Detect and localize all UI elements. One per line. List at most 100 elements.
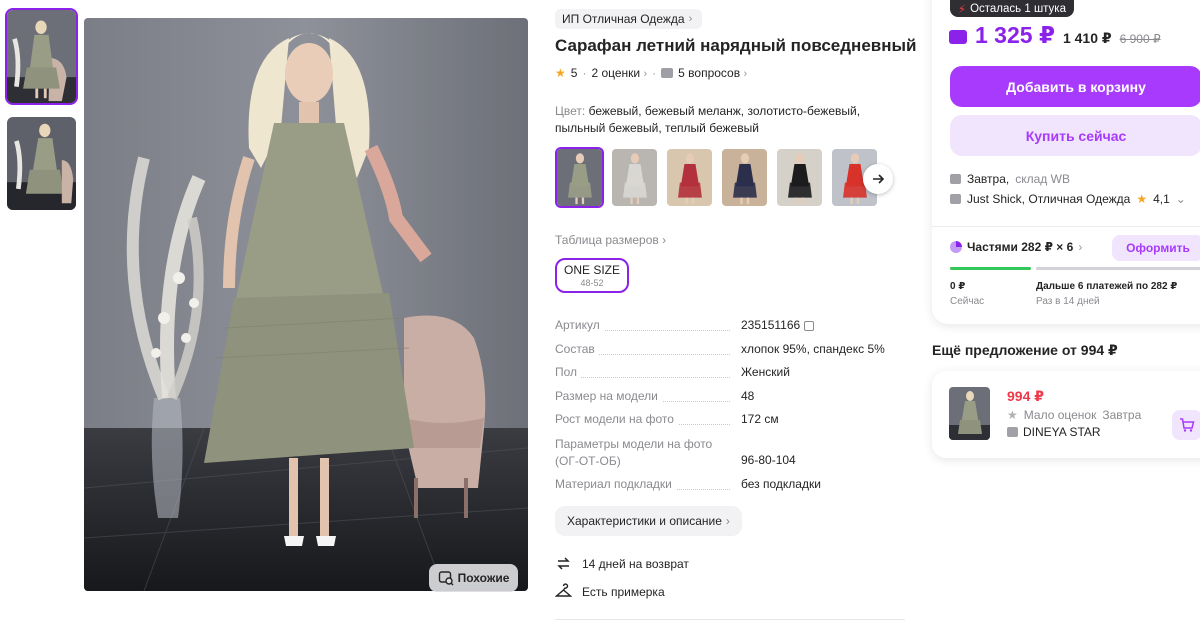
split-progress-now [950,267,1031,270]
cart-icon [1180,418,1195,432]
split-later-label: Раз в 14 дней [1036,296,1100,307]
chevron-right-icon: › [643,68,648,80]
color-description: Цвет: бежевый, бежевый меланж, золотисто… [555,103,895,137]
thumbnail-1[interactable] [5,8,78,105]
shop-icon [950,194,961,204]
spec-row: Пол Женский [555,365,905,389]
lightning-icon: ⚡ [958,3,967,16]
price-wallet: 1 325 ₽ [975,22,1055,48]
spec-key: Материал подкладки [555,476,676,491]
color-swatch[interactable] [555,147,604,208]
brand-link[interactable]: ИП Отличная Одежда › [555,9,703,29]
spec-row: Размер на модели 48 [555,388,905,413]
spec-leader [555,377,730,379]
similar-products-button[interactable]: Похожие [429,564,518,592]
color-swatch[interactable] [665,147,714,208]
color-swatches [555,147,879,208]
rating-value: 5 [570,66,578,80]
arrow-right-icon [873,174,885,184]
split-now: 0 ₽ Сейчас [950,279,984,309]
offer-meta: ★ Мало оценок Завтра [1007,408,1141,422]
split-payment-link[interactable]: Частями 282 ₽ × 6 › [950,240,1082,254]
split-payment-label: Частями 282 ₽ × 6 [967,240,1074,254]
offer-add-to-cart-button[interactable] [1172,410,1200,440]
spec-row: Артикул 235151166 [555,318,905,342]
similar-products-label: Похожие [457,571,510,585]
questions-link[interactable]: 5 вопросов › [678,66,747,80]
stock-badge: ⚡ Осталась 1 штука [950,0,1074,17]
spec-value: без подкладки [741,476,821,491]
spec-row: Материал подкладки без подкладки [555,476,905,501]
fitting-info: Есть примерка [555,583,665,600]
copy-icon[interactable] [804,320,815,331]
star-icon: ★ [1007,408,1018,422]
wallet-icon [949,30,967,44]
add-to-cart-button[interactable]: Добавить в корзину [950,66,1200,107]
star-icon: ★ [555,66,566,80]
spec-key: Рост модели на фото [555,412,678,427]
other-offer-title: Ещё предложение от 994 ₽ [932,342,1118,358]
swatches-next-button[interactable] [863,164,893,194]
offer-price: 994 ₽ [1007,388,1044,404]
chevron-right-icon: › [1078,240,1083,254]
seller-info[interactable]: Just Shick, Отличная Одежда ★ 4,1 ⌄ [950,192,1186,206]
hanger-icon [555,583,572,597]
offer-seller: DINEYA STAR [1007,425,1101,439]
return-arrows-icon [557,557,570,570]
star-icon: ★ [1136,192,1148,206]
shop-icon [1007,427,1018,437]
offer-thumbnail[interactable] [949,387,990,440]
size-table-label: Таблица размеров [555,233,659,247]
spec-value: хлопок 95%, спандекс 5% [741,341,885,356]
delivery-info: Завтра, склад WB [950,172,1070,186]
spec-row: Рост модели на фото 172 см [555,412,905,436]
reviews-link[interactable]: 2 оценки › [591,66,647,80]
characteristics-button[interactable]: Характеристики и описание › [555,506,742,536]
spec-value: Женский [741,365,790,380]
price-row: 1 325 ₽ 1 410 ₽ 6 900 ₽ [949,22,1161,49]
separator-dot: · [652,66,657,80]
chevron-down-icon: ⌄ [1175,192,1186,206]
pie-chart-icon [950,241,962,253]
thumbnail-list [5,8,78,222]
article-number: 235151166 [741,318,801,332]
delivery-day: Завтра, [967,172,1010,186]
main-product-photo[interactable] [84,18,528,591]
separator-dot: · [582,66,587,80]
color-swatch[interactable] [610,147,659,208]
spec-key: Артикул [555,318,604,332]
fitting-label: Есть примерка [582,584,665,599]
questions-count: 5 вопросов [678,66,741,80]
divider [932,226,1200,227]
thumbnail-2[interactable] [5,115,78,212]
spec-row: Параметры модели на фото (ОГ-ОТ-ОБ) 96-8… [555,435,905,477]
divider [555,619,905,620]
chevron-right-icon: › [725,514,730,528]
spec-value: 48 [741,388,755,403]
offer-delivery: Завтра [1102,408,1142,422]
split-later-amount: Дальше 6 платежей по 282 ₽ [1036,281,1178,292]
delivery-warehouse: склад WB [1015,172,1070,186]
chevron-right-icon: › [743,68,748,80]
offer-seller-name: DINEYA STAR [1023,425,1101,439]
box-icon [950,174,961,184]
size-option[interactable]: ONE SIZE 48-52 [555,258,629,293]
spec-value: 235151166 [741,318,815,332]
size-table-link[interactable]: Таблица размеров › [555,233,666,247]
returns-info: 14 дней на возврат [555,555,689,572]
image-search-icon [438,571,454,586]
reviews-count: 2 оценки [591,66,641,80]
offer-rating: Мало оценок [1023,408,1097,422]
split-progress-later [1036,267,1200,270]
split-payment-button[interactable]: Оформить [1112,235,1200,261]
seller-rating: 4,1 [1153,192,1170,206]
spec-list: Артикул 235151166 Состав хлопок 95%, спа… [555,318,905,501]
price-old: 6 900 ₽ [1119,32,1161,46]
returns-label: 14 дней на возврат [582,556,689,571]
buy-now-button[interactable]: Купить сейчас [950,115,1200,156]
split-now-label: Сейчас [950,296,985,307]
spec-key: Пол [555,365,582,380]
product-title: Сарафан летний нарядный повседневный [555,36,917,55]
color-swatch[interactable] [775,147,824,208]
color-swatch[interactable] [720,147,769,208]
